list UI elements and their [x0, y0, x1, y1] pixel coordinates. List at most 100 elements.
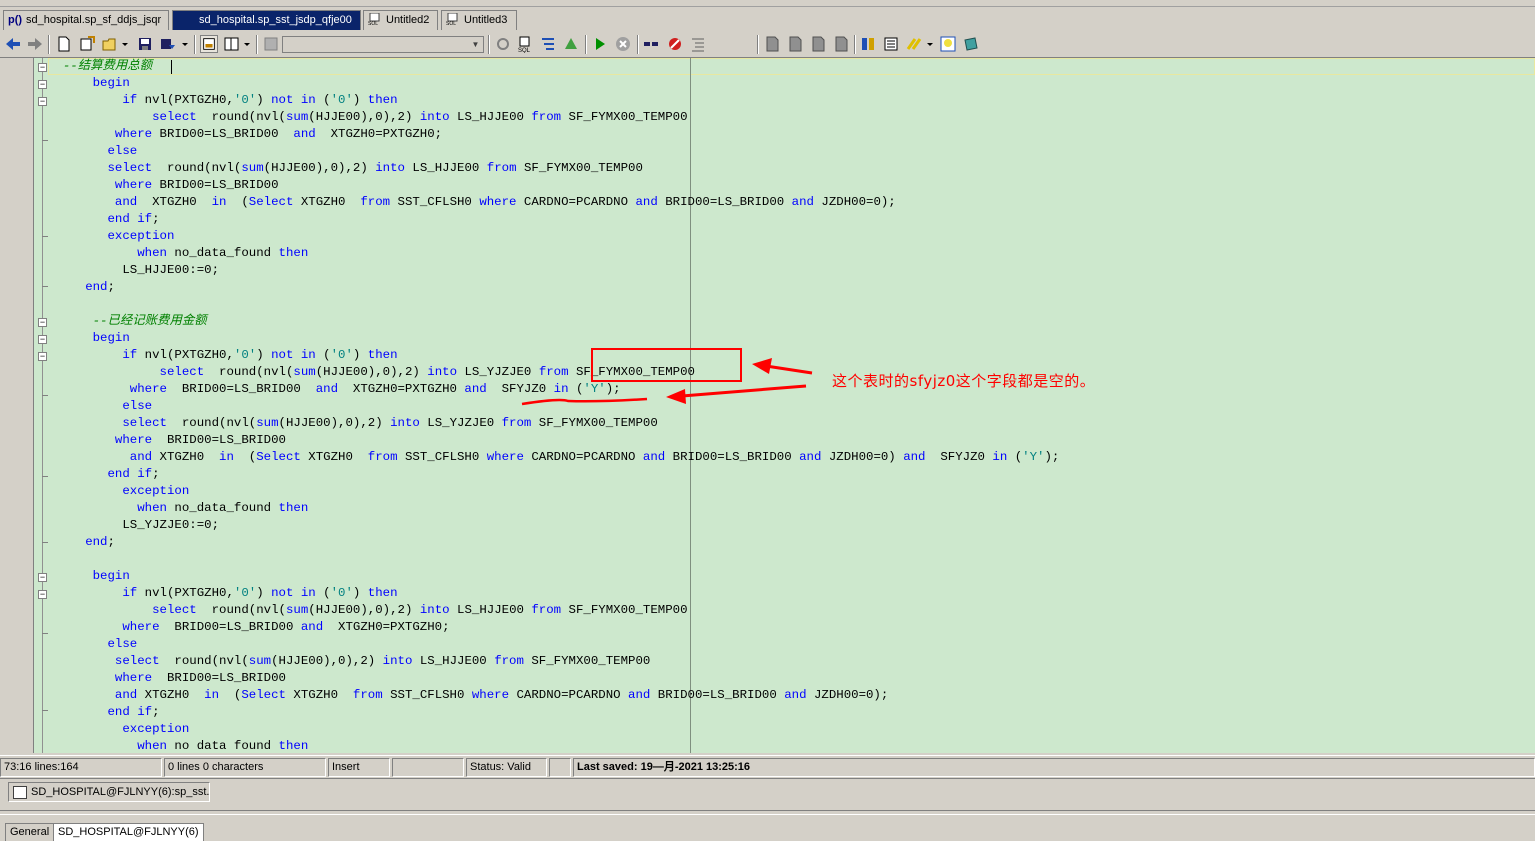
- doc-3-icon[interactable]: [809, 35, 827, 53]
- doc-4-icon[interactable]: [832, 35, 850, 53]
- fold-toggle-icon[interactable]: −: [38, 573, 47, 582]
- code-line[interactable]: begin: [48, 568, 130, 585]
- code-token: where: [114, 178, 153, 192]
- code-line[interactable]: where BRID00=LS_BRID00: [48, 177, 279, 194]
- fold-toggle-icon[interactable]: −: [38, 590, 47, 599]
- code-line[interactable]: when no_data_found then: [48, 245, 308, 262]
- save-dropdown-icon[interactable]: [180, 35, 190, 53]
- breakpoint-icon[interactable]: [666, 35, 684, 53]
- code-line[interactable]: else: [48, 636, 138, 653]
- code-line[interactable]: begin: [48, 330, 130, 347]
- code-line[interactable]: where BRID00=LS_BRID00 and XTGZH0=PXTGZH…: [48, 381, 621, 398]
- fold-toggle-icon[interactable]: −: [38, 97, 47, 106]
- code-line[interactable]: exception: [48, 483, 189, 500]
- window-button-label: SD_HOSPITAL@FJLNYY(6):sp_sst...: [31, 786, 210, 798]
- fold-toggle-icon[interactable]: −: [38, 80, 47, 89]
- procedure-icon: [181, 13, 195, 25]
- open-icon[interactable]: [101, 35, 119, 53]
- format-icon[interactable]: [689, 35, 707, 53]
- code-token: and: [114, 688, 138, 702]
- open-dropdown-icon[interactable]: [120, 35, 130, 53]
- back-icon[interactable]: [4, 35, 22, 53]
- link-icon[interactable]: [642, 35, 660, 53]
- doc-2-icon[interactable]: [786, 35, 804, 53]
- tab-sp-sst-jsdp-qfje00[interactable]: sd_hospital.sp_sst_jsdp_qfje00: [172, 10, 361, 30]
- code-token: (: [315, 93, 331, 107]
- tab-general[interactable]: General: [5, 823, 55, 841]
- code-line[interactable]: if nvl(PXTGZH0,'0') not in ('0') then: [48, 92, 397, 109]
- explain-plan-icon[interactable]: [539, 35, 557, 53]
- code-line[interactable]: and XTGZH0 in (Select XTGZH0 from SST_CF…: [48, 687, 888, 704]
- save-icon[interactable]: [136, 35, 154, 53]
- layout-icon[interactable]: [223, 35, 241, 53]
- grid-icon[interactable]: [262, 35, 280, 53]
- code-line[interactable]: exception: [48, 721, 189, 738]
- code-line[interactable]: select round(nvl(sum(HJJE00),0),2) into …: [48, 602, 688, 619]
- code-line[interactable]: select round(nvl(sum(HJJE00),0),2) into …: [48, 109, 687, 126]
- fold-toggle-icon[interactable]: −: [38, 63, 47, 72]
- fold-toggle-icon[interactable]: −: [38, 352, 47, 361]
- code-line[interactable]: else: [48, 143, 138, 160]
- forward-icon[interactable]: [26, 35, 44, 53]
- stop-icon[interactable]: [614, 35, 632, 53]
- fold-toggle-icon[interactable]: −: [38, 335, 47, 344]
- save-as-icon[interactable]: [159, 35, 177, 53]
- highlight-dropdown-icon[interactable]: [925, 35, 935, 53]
- code-line[interactable]: select round(nvl(sum(HJJE00),0),2) into …: [48, 415, 657, 432]
- tab-sp-sf-ddjs-jsqr[interactable]: p() sd_hospital.sp_sf_ddjs_jsqr: [3, 10, 169, 30]
- code-line[interactable]: --结算费用总额: [48, 58, 152, 75]
- code-token: when: [137, 246, 167, 260]
- layout-dropdown-icon[interactable]: [242, 35, 252, 53]
- code-token: nvl(PXTGZH0,: [137, 586, 234, 600]
- code-line[interactable]: exception: [48, 228, 175, 245]
- new-icon[interactable]: [55, 35, 73, 53]
- code-line[interactable]: and XTGZH0 in (Select XTGZH0 from SST_CF…: [48, 449, 1060, 466]
- code-line[interactable]: --已经记账费用金额: [48, 313, 207, 330]
- code-line[interactable]: if nvl(PXTGZH0,'0') not in ('0') then: [48, 585, 397, 602]
- new-program-icon[interactable]: [78, 35, 96, 53]
- object-selector-combo[interactable]: ▼: [282, 36, 484, 53]
- code-line[interactable]: where BRID00=LS_BRID00: [48, 432, 286, 449]
- code-line[interactable]: LS_YJZJE0:=0;: [48, 517, 219, 534]
- code-line[interactable]: select round(nvl(sum(HJJE00),0),2) into …: [48, 160, 643, 177]
- code-line[interactable]: where BRID00=LS_BRID00 and XTGZH0=PXTGZH…: [48, 126, 442, 143]
- list-icon[interactable]: [882, 35, 900, 53]
- tab-untitled3[interactable]: SQL Untitled3: [441, 10, 517, 30]
- code-line[interactable]: where BRID00=LS_BRID00 and XTGZH0=PXTGZH…: [48, 619, 449, 636]
- bulb-icon[interactable]: [939, 35, 957, 53]
- tab-connection[interactable]: SD_HOSPITAL@FJLNYY(6): [53, 823, 204, 841]
- code-token: SF_FYMX00_TEMP00: [561, 603, 688, 617]
- refresh-icon[interactable]: [494, 35, 512, 53]
- highlight-icon[interactable]: [905, 35, 923, 53]
- window-button[interactable]: SD_HOSPITAL@FJLNYY(6):sp_sst...: [8, 782, 210, 802]
- code-line[interactable]: end if;: [48, 211, 160, 228]
- code-line[interactable]: LS_HJJE00:=0;: [48, 262, 219, 279]
- code-line[interactable]: end if;: [48, 466, 160, 483]
- code-token: select: [159, 365, 205, 379]
- window-list-icon[interactable]: [200, 35, 218, 53]
- code-line[interactable]: else: [48, 398, 152, 415]
- code-line[interactable]: when no_data_found then: [48, 500, 308, 517]
- tools-icon[interactable]: [859, 35, 877, 53]
- code-line[interactable]: if nvl(PXTGZH0,'0') not in ('0') then: [48, 347, 397, 364]
- code-line[interactable]: end if;: [48, 704, 160, 721]
- code-line[interactable]: end;: [48, 534, 115, 551]
- code-editor[interactable]: − − − − − − − − --结算费用总额 begin if nvl(PX…: [34, 58, 1535, 753]
- chevron-down-icon[interactable]: ▼: [469, 38, 482, 51]
- execute-icon[interactable]: [591, 35, 609, 53]
- sql-icon: SQL: [368, 13, 380, 25]
- doc-1-icon[interactable]: [763, 35, 781, 53]
- fold-toggle-icon[interactable]: −: [38, 318, 47, 327]
- code-token: XTGZH0: [152, 450, 220, 464]
- code-line[interactable]: select round(nvl(sum(HJJE00),0),2) into …: [48, 653, 650, 670]
- tab-untitled2[interactable]: SQL Untitled2: [363, 10, 438, 30]
- code-line[interactable]: when no data found then: [48, 738, 308, 753]
- plugin-icon[interactable]: [962, 35, 980, 53]
- code-line[interactable]: end;: [48, 279, 115, 296]
- code-line[interactable]: where BRID00=LS_BRID00: [48, 670, 286, 687]
- code-line[interactable]: begin: [48, 75, 130, 92]
- sql-history-icon[interactable]: SQL: [516, 35, 534, 53]
- compile-icon[interactable]: [562, 35, 580, 53]
- code-line[interactable]: and XTGZH0 in (Select XTGZH0 from SST_CF…: [48, 194, 896, 211]
